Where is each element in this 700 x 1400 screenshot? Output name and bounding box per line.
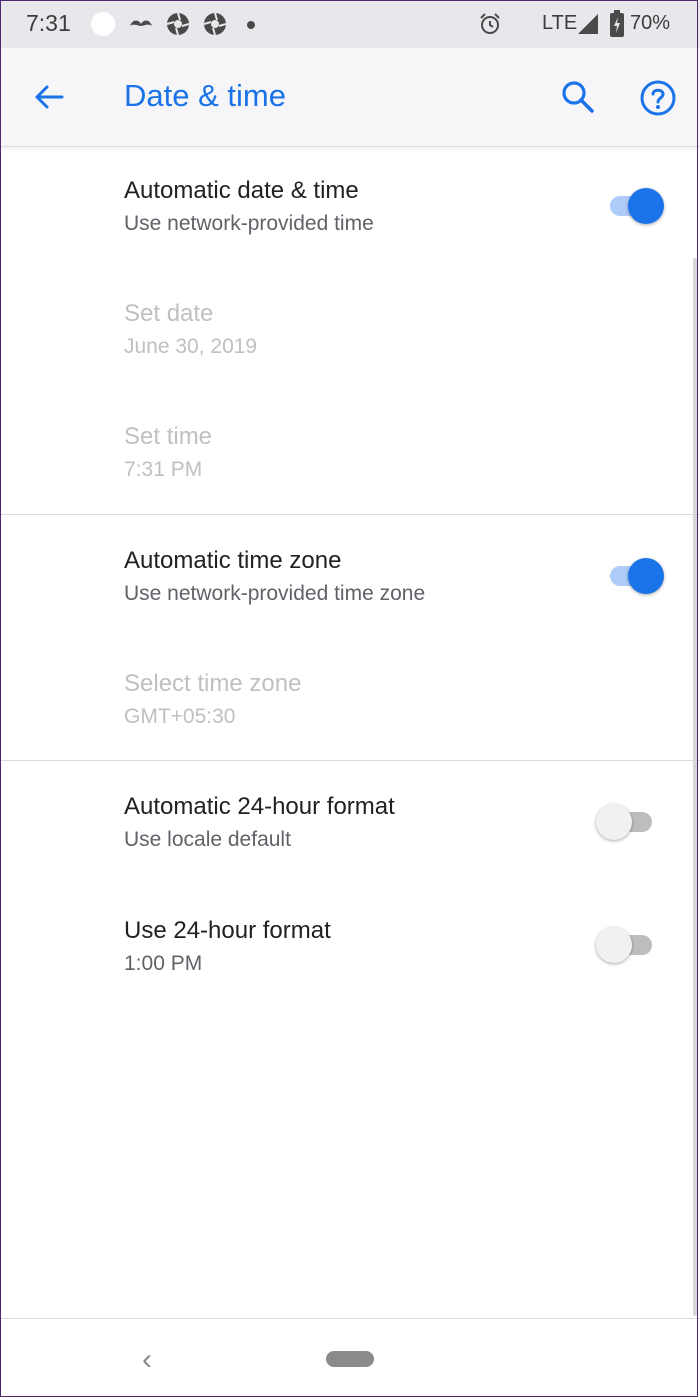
scrollbar[interactable]	[693, 258, 697, 1316]
automatic-time-zone-switch[interactable]	[606, 556, 668, 596]
setting-automatic-24-hour-format[interactable]: Automatic 24-hour format Use locale defa…	[124, 792, 584, 854]
status-time: 7:31	[26, 10, 71, 36]
alarm-icon	[480, 13, 500, 34]
setting-title: Set time	[124, 423, 213, 450]
setting-title: Use 24-hour format	[124, 917, 331, 944]
aperture-icon	[166, 12, 190, 36]
automatic-date-time-switch[interactable]	[606, 186, 668, 226]
setting-subtitle: 7:31 PM	[124, 458, 203, 481]
use-24-hour-format-switch[interactable]	[596, 925, 658, 965]
mustache-icon	[130, 20, 152, 26]
switch-thumb	[628, 558, 664, 594]
setting-automatic-time-zone[interactable]: Automatic time zone Use network-provided…	[124, 546, 584, 608]
setting-subtitle: Use network-provided time zone	[124, 582, 426, 605]
setting-subtitle: GMT+05:30	[124, 705, 236, 728]
page-title: Date & time	[124, 78, 286, 113]
nav-home-pill[interactable]	[326, 1351, 374, 1367]
setting-title: Set date	[124, 300, 214, 327]
setting-title: Automatic time zone	[124, 547, 342, 574]
setting-subtitle: 1:00 PM	[124, 952, 203, 975]
arrow-back-icon[interactable]	[32, 80, 66, 114]
divider	[0, 514, 700, 515]
setting-select-time-zone: Select time zone GMT+05:30	[124, 669, 584, 731]
setting-automatic-date-time[interactable]: Automatic date & time Use network-provid…	[124, 176, 584, 238]
circle-icon	[91, 12, 115, 36]
help-icon[interactable]	[639, 79, 677, 117]
signal-icon	[578, 14, 598, 34]
automatic-24-hour-format-switch[interactable]	[596, 802, 658, 842]
setting-use-24-hour-format[interactable]: Use 24-hour format 1:00 PM	[124, 916, 584, 978]
aperture-icon	[203, 12, 227, 36]
switch-thumb	[628, 188, 664, 224]
switch-thumb	[596, 927, 632, 963]
setting-subtitle: Use network-provided time	[124, 212, 374, 235]
setting-subtitle: Use locale default	[124, 828, 291, 851]
navigation-bar: ‹	[0, 1318, 700, 1400]
setting-set-time: Set time 7:31 PM	[124, 422, 584, 484]
nav-back-button[interactable]: ‹	[142, 1343, 152, 1377]
setting-set-date: Set date June 30, 2019	[124, 299, 584, 361]
setting-subtitle: June 30, 2019	[124, 335, 258, 358]
network-type: LTE	[542, 12, 578, 34]
battery-charging-icon	[610, 10, 624, 37]
dot-icon	[247, 21, 255, 29]
status-bar: 7:31 LTE 70%	[0, 0, 700, 48]
setting-title: Automatic date & time	[124, 177, 359, 204]
setting-title: Automatic 24-hour format	[124, 793, 395, 820]
search-icon[interactable]	[560, 79, 596, 115]
setting-title: Select time zone	[124, 670, 302, 697]
divider	[0, 760, 700, 761]
battery-level: 70%	[630, 12, 671, 34]
switch-thumb	[596, 804, 632, 840]
app-bar: Date & time	[0, 48, 700, 147]
